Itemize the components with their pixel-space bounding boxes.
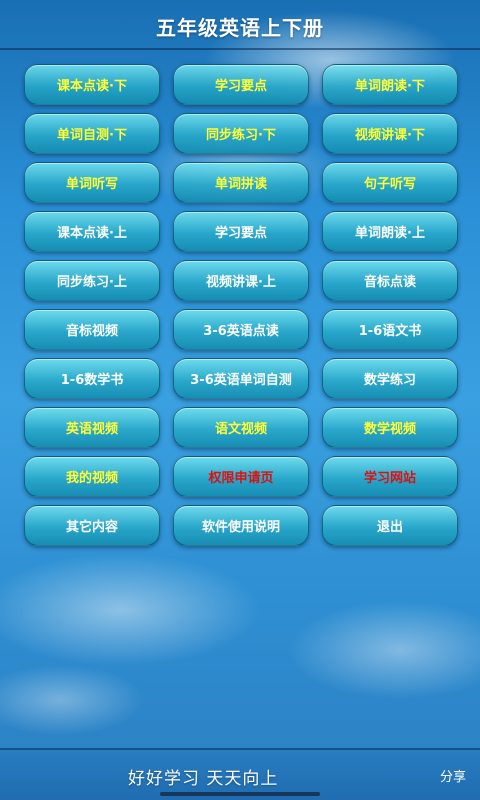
page-title: 五年级英语上下册 <box>156 15 324 40</box>
word-reading-b-button[interactable]: 单词朗读·下 <box>322 64 458 105</box>
sync-practice-a-button[interactable]: 同步练习·上 <box>24 260 160 301</box>
permission-request-button[interactable]: 权限申请页 <box>173 456 309 497</box>
word-self-test-b-button[interactable]: 单词自测·下 <box>24 113 160 154</box>
header-divider <box>0 48 480 50</box>
menu-grid: 课本点读·下 学习要点 单词朗读·下 单词自测·下 同步练习·下 视频讲课·下 … <box>24 64 458 546</box>
sentence-dictation-button[interactable]: 句子听写 <box>322 162 458 203</box>
other-content-button[interactable]: 其它内容 <box>24 505 160 546</box>
key-points-a-button[interactable]: 学习要点 <box>173 211 309 252</box>
phonetic-read-button[interactable]: 音标点读 <box>322 260 458 301</box>
math-book-1-6-button[interactable]: 1-6数学书 <box>24 358 160 399</box>
textbook-read-a-button[interactable]: 课本点读·上 <box>24 211 160 252</box>
word-reading-a-button[interactable]: 单词朗读·上 <box>322 211 458 252</box>
english-read-3-6-button[interactable]: 3-6英语点读 <box>173 309 309 350</box>
share-button[interactable]: 分享 <box>440 766 466 785</box>
user-guide-button[interactable]: 软件使用说明 <box>173 505 309 546</box>
english-video-button[interactable]: 英语视频 <box>24 407 160 448</box>
my-videos-button[interactable]: 我的视频 <box>24 456 160 497</box>
chinese-video-button[interactable]: 语文视频 <box>173 407 309 448</box>
word-dictation-button[interactable]: 单词听写 <box>24 162 160 203</box>
english-word-test-3-6-button[interactable]: 3-6英语单词自测 <box>173 358 309 399</box>
sync-practice-b-button[interactable]: 同步练习·下 <box>173 113 309 154</box>
study-website-button[interactable]: 学习网站 <box>322 456 458 497</box>
textbook-read-b-button[interactable]: 课本点读·下 <box>24 64 160 105</box>
home-indicator[interactable] <box>160 792 320 796</box>
video-lecture-b-button[interactable]: 视频讲课·下 <box>322 113 458 154</box>
footer-slogan: 好好学习 天天向上 <box>128 769 279 789</box>
video-lecture-a-button[interactable]: 视频讲课·上 <box>173 260 309 301</box>
math-video-button[interactable]: 数学视频 <box>322 407 458 448</box>
title-bar: 五年级英语上下册 <box>0 0 480 52</box>
phonetic-video-button[interactable]: 音标视频 <box>24 309 160 350</box>
chinese-book-1-6-button[interactable]: 1-6语文书 <box>322 309 458 350</box>
exit-button[interactable]: 退出 <box>322 505 458 546</box>
math-practice-button[interactable]: 数学练习 <box>322 358 458 399</box>
key-points-b-button[interactable]: 学习要点 <box>173 64 309 105</box>
word-spelling-button[interactable]: 单词拼读 <box>173 162 309 203</box>
